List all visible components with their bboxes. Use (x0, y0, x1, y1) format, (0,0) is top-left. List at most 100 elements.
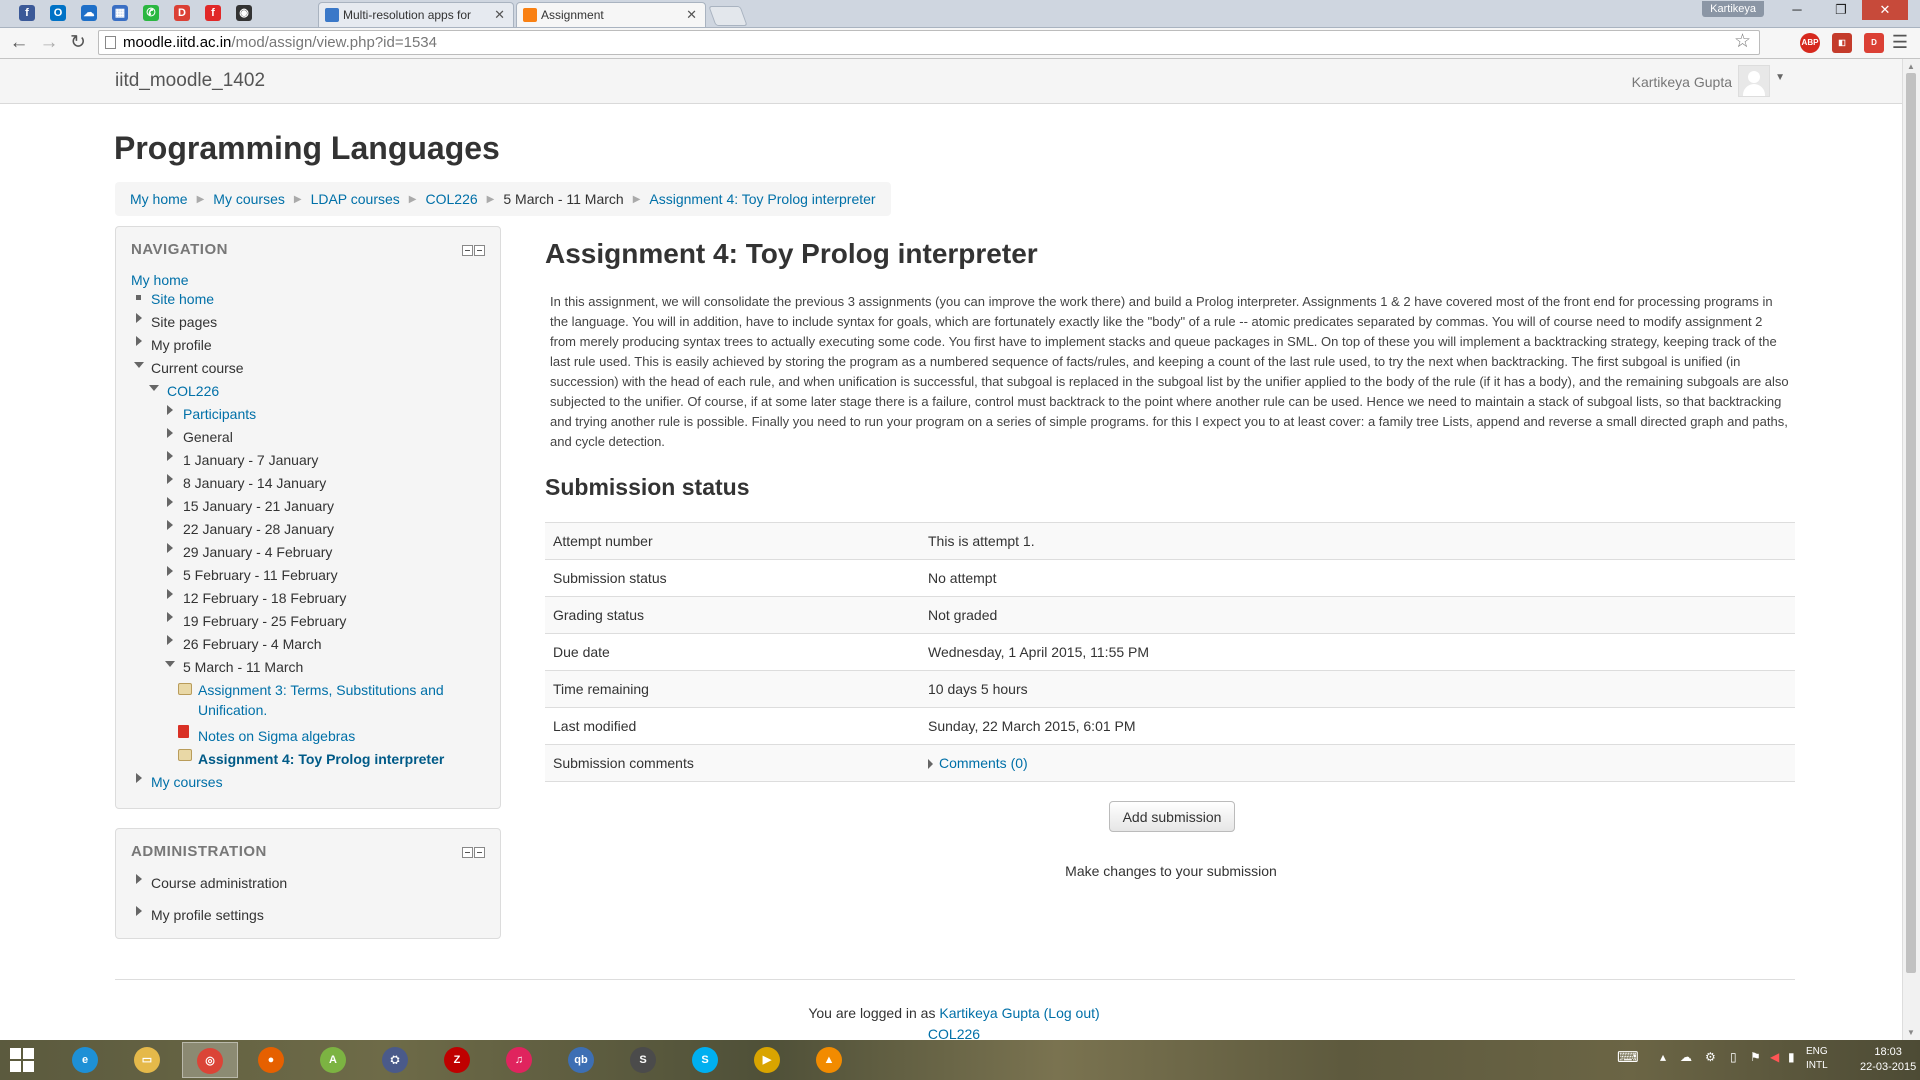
address-bar[interactable]: moodle.iitd.ac.in/mod/assign/view.php?id… (98, 30, 1760, 55)
expand-icon[interactable] (136, 336, 142, 346)
todoist-tab[interactable]: D (171, 2, 193, 24)
nav-section-week[interactable]: 15 January - 21 January (183, 498, 334, 515)
flipboard-tab[interactable]: f (202, 2, 224, 24)
nav-section-week[interactable]: 22 January - 28 January (183, 521, 334, 538)
expand-icon[interactable] (167, 497, 173, 507)
show-hidden-icons-icon[interactable]: ▴ (1660, 1050, 1666, 1064)
minimize-icon[interactable]: ─ (1782, 0, 1812, 20)
taskbar-app[interactable]: qb (554, 1042, 610, 1078)
nav-activity-notes[interactable]: Notes on Sigma algebras (198, 728, 355, 745)
expand-icon[interactable] (136, 906, 142, 916)
close-tab-icon[interactable]: ✕ (686, 3, 697, 27)
page-scrollbar[interactable]: ▲ ▼ (1902, 59, 1920, 1040)
taskbar-app[interactable]: ♫ (492, 1042, 548, 1078)
nav-my-home[interactable]: My home (131, 272, 189, 289)
keyboard-icon[interactable]: ⌨ (1617, 1048, 1639, 1066)
footer-user-link[interactable]: Kartikeya Gupta (939, 1005, 1039, 1021)
expand-icon[interactable] (167, 566, 173, 576)
nav-section-week[interactable]: 19 February - 25 February (183, 613, 346, 630)
collapse-block-icon[interactable] (462, 245, 473, 256)
battery-icon[interactable]: ▯ (1730, 1050, 1737, 1064)
taskbar-app[interactable]: ▭ (120, 1042, 176, 1078)
action-center-icon[interactable]: ⚑ (1750, 1050, 1761, 1064)
taskbar-app[interactable]: A (306, 1042, 362, 1078)
nav-current-course[interactable]: Current course (151, 360, 244, 377)
nav-my-profile-settings[interactable]: My profile settings (151, 907, 264, 924)
close-tab-icon[interactable]: ✕ (494, 3, 505, 27)
nav-course-col226[interactable]: COL226 (167, 383, 219, 400)
facebook-tab[interactable]: f (16, 2, 38, 24)
whatsapp-tab[interactable]: ✆ (140, 2, 162, 24)
onedrive-tray-icon[interactable]: ☁ (1680, 1050, 1692, 1064)
todoist-extension-icon[interactable]: D (1864, 33, 1884, 53)
nav-my-profile[interactable]: My profile (151, 337, 212, 354)
logout-link[interactable]: (Log out) (1044, 1005, 1100, 1021)
nav-site-home[interactable]: Site home (151, 291, 214, 308)
nav-section-week[interactable]: 26 February - 4 March (183, 636, 322, 653)
nav-participants[interactable]: Participants (183, 406, 256, 423)
outlook-tab[interactable]: O (47, 2, 69, 24)
restore-icon[interactable]: ❐ (1826, 0, 1856, 20)
nav-section-general[interactable]: General (183, 429, 233, 446)
taskbar-app[interactable]: S (616, 1042, 672, 1078)
collapse-icon[interactable] (165, 661, 175, 667)
expand-icon[interactable] (167, 589, 173, 599)
taskbar-app[interactable]: ▲ (802, 1042, 858, 1078)
expand-icon[interactable] (167, 520, 173, 530)
taskbar-app[interactable]: e (58, 1042, 114, 1078)
breadcrumb-my-courses[interactable]: My courses (213, 191, 285, 207)
taskbar-app[interactable]: ⛭ (368, 1042, 424, 1078)
expand-icon[interactable] (167, 474, 173, 484)
dock-block-icon[interactable] (474, 847, 485, 858)
network-signal-icon[interactable]: ▮ (1788, 1050, 1795, 1064)
tab-multi-resolution[interactable]: Multi-resolution apps for ✕ (318, 2, 514, 27)
taskbar-app[interactable]: ● (244, 1042, 300, 1078)
collapse-icon[interactable] (149, 385, 159, 391)
back-icon[interactable]: ← (8, 32, 30, 54)
forward-icon[interactable]: → (38, 32, 60, 54)
input-language[interactable]: ENG INTL (1806, 1045, 1828, 1073)
breadcrumb-my-home[interactable]: My home (130, 191, 188, 207)
nav-section-week[interactable]: 12 February - 18 February (183, 590, 346, 607)
github-tab[interactable]: ◉ (233, 2, 255, 24)
nav-activity-assignment-3[interactable]: Assignment 3: Terms, Substitutions and U… (198, 682, 444, 719)
expand-icon[interactable] (167, 612, 173, 622)
tab-assignment[interactable]: Assignment ✕ (516, 2, 706, 27)
bookmark-star-icon[interactable]: ☆ (1734, 30, 1751, 53)
nav-activity-assignment-4[interactable]: Assignment 4: Toy Prolog interpreter (198, 751, 444, 768)
reload-icon[interactable]: ↻ (67, 32, 89, 54)
nav-my-courses[interactable]: My courses (151, 774, 223, 791)
onedrive-tab[interactable]: ☁ (78, 2, 100, 24)
breadcrumb-col226[interactable]: COL226 (426, 191, 478, 207)
avatar[interactable] (1738, 65, 1770, 97)
caret-down-icon[interactable]: ▼ (1775, 72, 1785, 83)
adblock-plus-icon[interactable]: ABP (1800, 33, 1820, 53)
add-submission-button[interactable]: Add submission (1109, 801, 1235, 832)
scrollbar-thumb[interactable] (1906, 73, 1916, 973)
expand-icon[interactable] (167, 405, 173, 415)
expand-icon[interactable] (167, 428, 173, 438)
new-tab-button[interactable] (708, 6, 748, 26)
dock-block-icon[interactable] (474, 245, 485, 256)
collapse-block-icon[interactable] (462, 847, 473, 858)
expand-icon[interactable] (136, 313, 142, 323)
scroll-up-icon[interactable]: ▲ (1907, 62, 1915, 71)
extension-icon[interactable]: ◧ (1832, 33, 1852, 53)
taskbar-app[interactable]: Z (430, 1042, 486, 1078)
scroll-down-icon[interactable]: ▼ (1907, 1028, 1915, 1037)
nav-site-pages[interactable]: Site pages (151, 314, 217, 331)
breadcrumb-ldap-courses[interactable]: LDAP courses (311, 191, 400, 207)
nav-section-week[interactable]: 1 January - 7 January (183, 452, 318, 469)
nav-section-week[interactable]: 8 January - 14 January (183, 475, 326, 492)
taskbar-app[interactable]: ▶ (740, 1042, 796, 1078)
system-clock[interactable]: 18:03 22-03-2015 (1860, 1045, 1916, 1075)
breadcrumb-assignment[interactable]: Assignment 4: Toy Prolog interpreter (649, 191, 875, 207)
nav-section-current-week[interactable]: 5 March - 11 March (183, 659, 303, 676)
tray-app-icon[interactable]: ⚙ (1705, 1050, 1716, 1064)
expand-icon[interactable] (136, 874, 142, 884)
expand-icon[interactable] (136, 773, 142, 783)
menu-icon[interactable]: ☰ (1892, 32, 1908, 53)
collapse-icon[interactable] (134, 362, 144, 368)
expand-comments-icon[interactable] (928, 759, 933, 770)
expand-icon[interactable] (167, 451, 173, 461)
